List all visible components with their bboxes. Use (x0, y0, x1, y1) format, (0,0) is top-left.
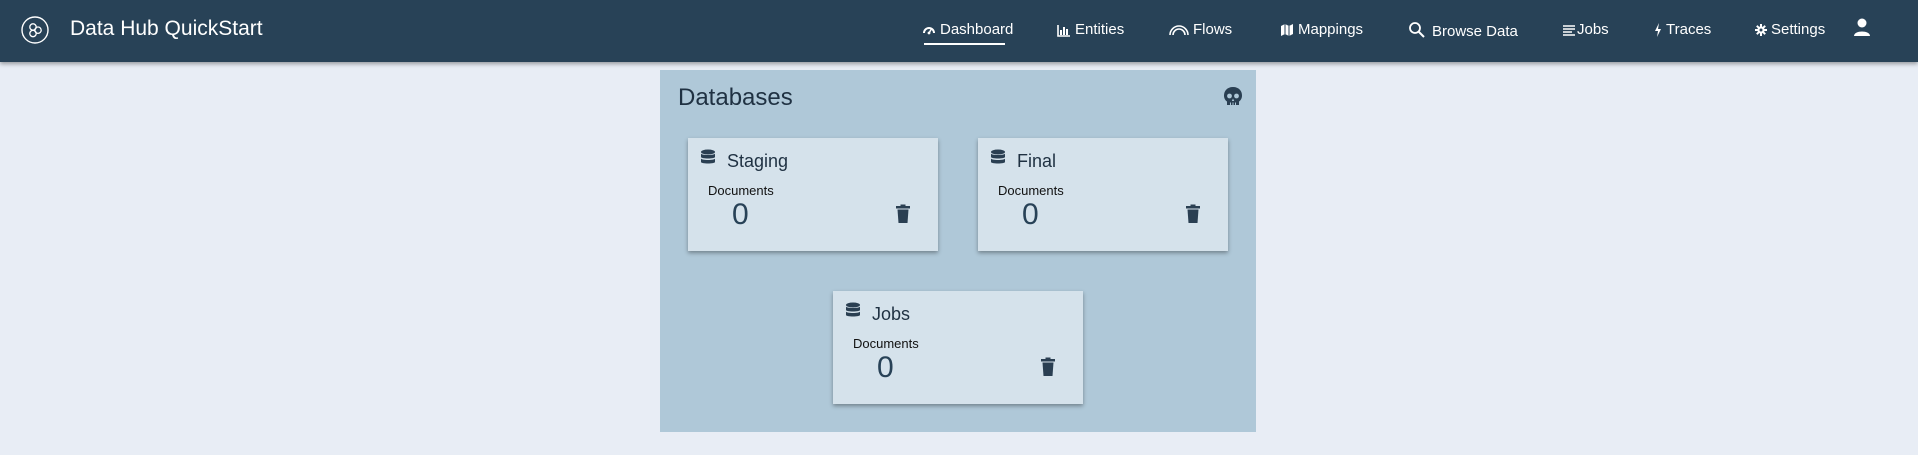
nav-label: Entities (1075, 21, 1125, 38)
database-icon (990, 149, 1006, 168)
nav-label: Flows (1193, 21, 1233, 38)
nav-flows[interactable]: Flows (1169, 21, 1232, 38)
document-count: 0 (1022, 198, 1039, 231)
entities-icon (1057, 23, 1071, 37)
nav-dashboard[interactable]: Dashboard (922, 21, 1013, 38)
dashboard-icon (922, 23, 936, 37)
top-navbar: Data Hub QuickStart Dashboard Entities F… (0, 0, 1918, 62)
db-card-jobs: Jobs Documents 0 (833, 291, 1083, 404)
documents-label: Documents (708, 183, 774, 198)
db-card-staging: Staging Documents 0 (688, 138, 938, 251)
user-icon[interactable] (1852, 17, 1872, 37)
active-nav-indicator (924, 43, 1005, 45)
gear-icon (1755, 23, 1767, 36)
panel-title: Databases (678, 84, 793, 111)
trash-icon[interactable] (895, 204, 911, 224)
skull-icon[interactable] (1222, 86, 1244, 108)
databases-panel: Databases Staging Documents 0 Final Docu… (660, 70, 1256, 432)
nav-jobs[interactable]: Jobs (1562, 21, 1609, 38)
nav-mappings[interactable]: Mappings (1280, 21, 1363, 38)
nav-browse-data[interactable]: Browse Data (1408, 19, 1518, 40)
document-count: 0 (732, 198, 749, 231)
map-icon (1280, 23, 1294, 37)
flows-icon (1169, 23, 1189, 37)
nav-label: Mappings (1298, 21, 1364, 38)
nav-settings[interactable]: Settings (1755, 21, 1825, 38)
document-count: 0 (877, 351, 894, 384)
database-icon (700, 149, 716, 168)
db-name: Jobs (872, 304, 911, 324)
db-name: Final (1017, 151, 1057, 171)
database-icon (845, 302, 861, 321)
trash-icon[interactable] (1185, 204, 1201, 224)
jobs-icon (1562, 23, 1576, 37)
db-name: Staging (727, 151, 789, 171)
nav-label: Dashboard (940, 21, 1014, 38)
main-nav: Dashboard Entities Flows Mappings Browse… (0, 0, 1918, 62)
nav-label: Jobs (1577, 21, 1609, 38)
documents-label: Documents (853, 336, 919, 351)
documents-label: Documents (998, 183, 1064, 198)
nav-traces[interactable]: Traces (1654, 21, 1711, 38)
nav-label: Browse Data (1432, 23, 1518, 40)
nav-label: Traces (1666, 21, 1712, 38)
db-card-final: Final Documents 0 (978, 138, 1228, 251)
bolt-icon (1654, 22, 1662, 37)
nav-entities[interactable]: Entities (1057, 21, 1124, 38)
search-icon (1408, 21, 1426, 39)
nav-label: Settings (1771, 21, 1826, 38)
trash-icon[interactable] (1040, 357, 1056, 377)
